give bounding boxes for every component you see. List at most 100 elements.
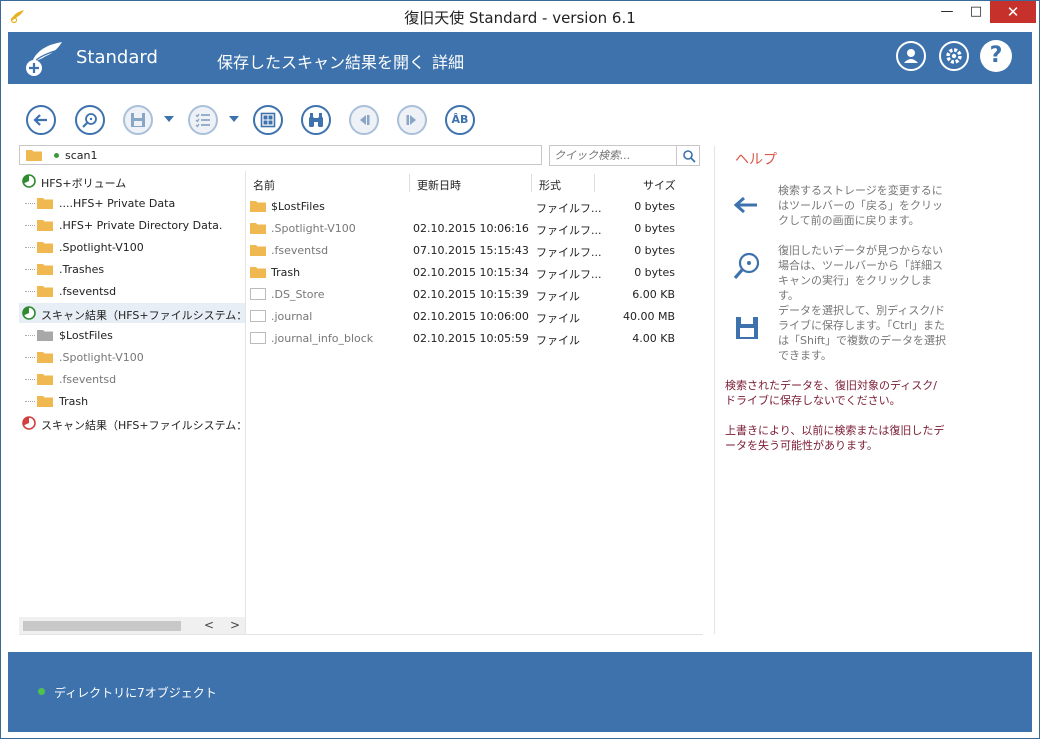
minimize-button[interactable]: —	[933, 1, 961, 23]
table-row[interactable]: .journal 02.10.2015 10:06:00 ファイル 40.00 MB	[247, 305, 679, 327]
case-sensitive-button[interactable]: ÂB	[445, 105, 475, 135]
file-list-header: 名前 更新日時 形式 サイズ	[247, 171, 679, 195]
volume-pie-icon	[22, 174, 36, 188]
tree-connector	[25, 291, 35, 292]
scroll-left-arrow[interactable]: <	[204, 618, 214, 632]
tree-node[interactable]: HFS+ボリューム	[19, 171, 245, 191]
column-type[interactable]: 形式	[539, 177, 561, 193]
cell-date: 07.10.2015 15:15:43	[413, 244, 529, 257]
tree-node[interactable]: .Spotlight-V100	[19, 347, 245, 367]
tree-node[interactable]: .Trashes	[19, 259, 245, 279]
settings-button[interactable]	[939, 41, 969, 71]
save-button[interactable]	[123, 105, 153, 135]
magnifier-icon	[82, 113, 97, 128]
table-row[interactable]: .Spotlight-V100 02.10.2015 10:06:16 ファイルフ.…	[247, 217, 679, 239]
tree-connector	[25, 335, 35, 336]
file-icon	[250, 288, 266, 300]
column-size[interactable]: サイズ	[643, 177, 676, 193]
tree-node-label: .HFS+ Private Directory Data.	[59, 219, 223, 232]
case-sensitive-icon: ÂB	[451, 113, 469, 126]
tree-node-label: Trash	[59, 395, 89, 408]
cell-type: ファイルフ...	[536, 246, 602, 259]
folder-icon	[37, 198, 53, 209]
floppy-icon	[131, 113, 145, 127]
window-title: 復旧天使 Standard - version 6.1	[404, 9, 636, 27]
save-dropdown-caret[interactable]	[164, 116, 174, 122]
help-divider	[714, 146, 715, 634]
folder-tree[interactable]: HFS+ボリューム ....HFS+ Private Data .HFS+ Priv…	[19, 171, 245, 617]
details-link[interactable]: 詳細	[432, 49, 464, 73]
scroll-right-arrow[interactable]: >	[230, 618, 240, 632]
prev-icon	[360, 115, 370, 125]
tree-node[interactable]: $LostFiles	[19, 325, 245, 345]
checklist-icon	[195, 113, 210, 128]
table-row[interactable]: $LostFiles ファイルフ... 0 bytes	[247, 195, 679, 217]
folder-icon	[37, 352, 53, 363]
find-button[interactable]	[301, 105, 331, 135]
folder-icon	[250, 223, 266, 234]
search-button[interactable]	[676, 145, 700, 166]
scan-button[interactable]	[75, 105, 105, 135]
cell-size: 0 bytes	[634, 200, 675, 213]
binoculars-icon	[309, 113, 323, 127]
column-separator[interactable]	[594, 174, 595, 192]
table-row[interactable]: .DS_Store 02.10.2015 10:15:39 ファイル 6.00 KB	[247, 283, 679, 305]
cell-name: .journal	[271, 310, 313, 323]
tree-node[interactable]: .HFS+ Private Directory Data.	[19, 215, 245, 235]
tree-node[interactable]: .fseventsd	[19, 369, 245, 389]
user-icon	[904, 49, 918, 63]
previous-button[interactable]	[349, 105, 379, 135]
next-button[interactable]	[397, 105, 427, 135]
path-status-dot	[54, 153, 59, 158]
user-button[interactable]	[896, 41, 926, 71]
column-name[interactable]: 名前	[253, 177, 275, 193]
question-icon: ?	[989, 43, 1003, 68]
tree-node[interactable]: スキャン結果（HFS+ファイルシステム：41.5	[19, 303, 245, 323]
back-button[interactable]	[26, 105, 56, 135]
next-icon	[406, 115, 416, 125]
folder-icon	[250, 267, 266, 278]
select-button[interactable]	[188, 105, 218, 135]
tree-node-label: .Spotlight-V100	[59, 241, 144, 254]
search-icon	[683, 150, 696, 163]
column-date[interactable]: 更新日時	[417, 177, 461, 193]
maximize-button[interactable]: □	[962, 1, 990, 23]
tree-node[interactable]: Trash	[19, 391, 245, 411]
open-saved-scan-link[interactable]: 保存したスキャン結果を開く	[217, 49, 425, 73]
cell-size: 0 bytes	[634, 244, 675, 257]
cell-type: ファイル	[536, 334, 580, 347]
folder-icon	[37, 286, 53, 297]
tree-node-label: ....HFS+ Private Data	[59, 197, 176, 210]
tree-node[interactable]: .Spotlight-V100	[19, 237, 245, 257]
toolbar: ÂB	[1, 101, 701, 141]
help-button[interactable]: ?	[980, 40, 1012, 72]
path-bar[interactable]: scan1	[19, 145, 542, 165]
magnifier-icon	[733, 252, 760, 280]
scrollbar-thumb[interactable]	[23, 621, 181, 631]
tree-node[interactable]: .fseventsd	[19, 281, 245, 301]
cell-type: ファイルフ...	[536, 268, 602, 281]
cell-size: 40.00 MB	[622, 310, 675, 323]
tree-node[interactable]: ....HFS+ Private Data	[19, 193, 245, 213]
cell-date: 02.10.2015 10:15:34	[413, 266, 529, 279]
pane-divider[interactable]	[245, 171, 246, 634]
tree-connector	[25, 357, 35, 358]
status-bar: ディレクトリに7オブジェクト	[8, 652, 1032, 732]
column-separator[interactable]	[409, 174, 410, 192]
help-title: ヘルプ	[735, 152, 777, 168]
tree-horizontal-scrollbar[interactable]: < >	[19, 617, 245, 634]
file-list: 名前 更新日時 形式 サイズ $LostFiles ファイルフ... 0 bytes…	[247, 171, 702, 634]
close-button[interactable]: ✕	[990, 1, 1036, 23]
tree-node-label: $LostFiles	[59, 329, 113, 342]
table-row[interactable]: Trash 02.10.2015 10:15:34 ファイルフ... 0 bytes	[247, 261, 679, 283]
table-row[interactable]: .journal_info_block 02.10.2015 10:05:59 ファ…	[247, 327, 679, 349]
file-icon	[250, 332, 266, 344]
view-button[interactable]	[253, 105, 283, 135]
column-separator[interactable]	[531, 174, 532, 192]
select-dropdown-caret[interactable]	[229, 116, 239, 122]
tree-node[interactable]: スキャン結果（HFS+ファイルシステム：40.7	[19, 413, 245, 433]
search-input[interactable]	[549, 145, 677, 166]
app-logo-icon	[26, 42, 62, 76]
table-row[interactable]: .fseventsd 07.10.2015 15:15:43 ファイルフ... 0 b…	[247, 239, 679, 261]
tree-node-label: .Spotlight-V100	[59, 351, 144, 364]
